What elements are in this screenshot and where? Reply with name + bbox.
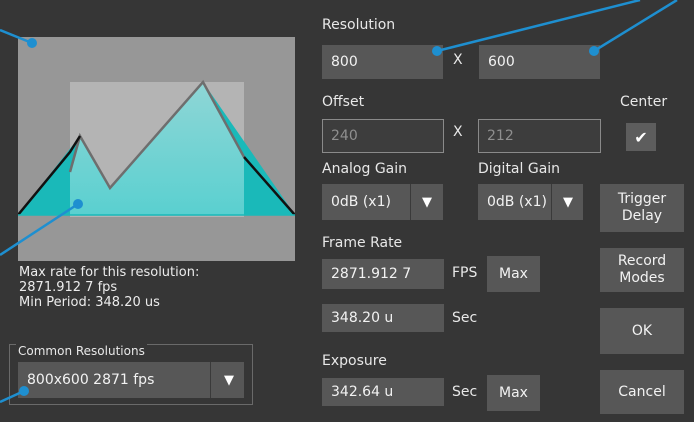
frame-rate-max-label: Max — [499, 265, 528, 282]
cancel-button[interactable]: Cancel — [600, 370, 684, 414]
analog-gain-dropdown[interactable]: 0dB (x1) ▼ — [322, 184, 443, 220]
analog-gain-value: 0dB (x1) — [331, 194, 391, 210]
exposure-input[interactable]: 342.64 u — [322, 378, 444, 406]
center-label: Center — [620, 94, 668, 110]
offset-x-separator: X — [453, 124, 463, 140]
center-checkbox[interactable]: ✔ — [626, 123, 656, 151]
frame-rate-label: Frame Rate — [322, 235, 403, 251]
trigger-delay-button[interactable]: Trigger Delay — [600, 184, 684, 232]
resolution-height-input[interactable]: 600 — [479, 45, 600, 79]
cancel-label: Cancel — [618, 383, 666, 400]
max-rate-label: Max rate for this resolution: — [19, 265, 200, 280]
exposure-max-button[interactable]: Max — [487, 375, 540, 411]
dropdown-separator — [551, 184, 552, 220]
frame-rate-fps-input[interactable]: 2871.912 7 — [322, 259, 444, 289]
common-resolutions-dropdown[interactable]: 800x600 2871 fps ▼ — [18, 362, 244, 398]
fps-unit-label: FPS — [452, 265, 478, 281]
chevron-down-icon: ▼ — [422, 194, 432, 210]
sensor-preview — [18, 37, 295, 261]
resolution-info: Max rate for this resolution: 2871.912 7… — [19, 265, 199, 310]
min-period-value: Min Period: 348.20 us — [19, 295, 160, 310]
exposure-max-label: Max — [499, 384, 528, 401]
record-modes-button[interactable]: Record Modes — [600, 248, 684, 292]
resolution-label: Resolution — [322, 17, 396, 33]
dropdown-separator — [410, 184, 411, 220]
digital-gain-dropdown[interactable]: 0dB (x1) ▼ — [478, 184, 583, 220]
frame-period-input[interactable]: 348.20 u — [322, 304, 444, 332]
chevron-down-icon: ▼ — [224, 372, 234, 388]
period-unit-label: Sec — [452, 310, 478, 326]
ok-button[interactable]: OK — [600, 308, 684, 354]
digital-gain-value: 0dB (x1) — [487, 194, 547, 210]
digital-gain-label: Digital Gain — [478, 161, 561, 177]
max-rate-value: 2871.912 7 fps — [19, 280, 118, 295]
exposure-label: Exposure — [322, 353, 387, 369]
dropdown-separator — [210, 362, 211, 398]
resolution-width-input[interactable]: 800 — [322, 45, 443, 79]
chevron-down-icon: ▼ — [563, 194, 573, 210]
frame-rate-max-button[interactable]: Max — [487, 256, 540, 292]
callout-line-height — [593, 0, 678, 53]
exposure-unit-label: Sec — [452, 384, 478, 400]
resolution-x-separator: X — [453, 52, 463, 68]
record-modes-label: Record Modes — [617, 253, 667, 286]
check-icon: ✔ — [634, 127, 648, 147]
common-resolutions-title: Common Resolutions — [16, 344, 147, 358]
trigger-delay-label: Trigger Delay — [617, 191, 667, 224]
common-resolutions-value: 800x600 2871 fps — [27, 372, 155, 388]
offset-label: Offset — [322, 94, 365, 110]
offset-y-input[interactable]: 212 — [478, 119, 601, 153]
analog-gain-label: Analog Gain — [322, 161, 408, 177]
ok-label: OK — [631, 322, 653, 339]
offset-x-input[interactable]: 240 — [322, 119, 444, 153]
callout-line-width — [436, 0, 641, 53]
